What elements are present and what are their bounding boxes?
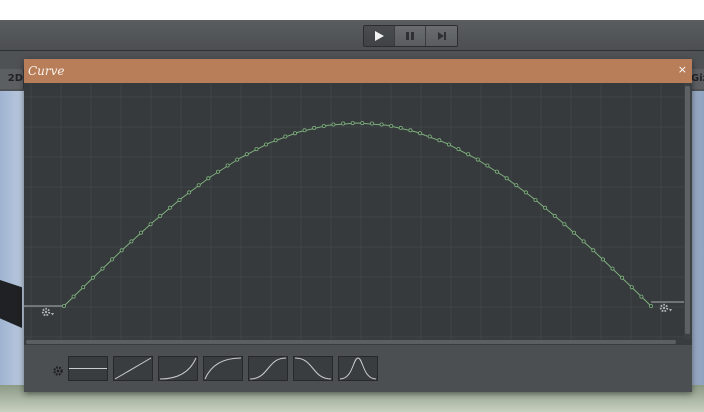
gear-icon[interactable] — [52, 365, 64, 377]
curve-key-point — [264, 142, 269, 147]
curve-key-point — [215, 169, 220, 174]
curve-key-point — [523, 190, 528, 195]
preset-bell[interactable] — [338, 356, 378, 381]
curve-key-point — [321, 124, 326, 129]
playback-controls — [363, 25, 458, 47]
curve-key-point — [456, 147, 461, 152]
preset-bar — [24, 345, 692, 392]
gear-icon[interactable] — [659, 302, 673, 314]
curve-key-point — [283, 134, 288, 139]
curve-key-point — [331, 122, 336, 127]
curve-key-point — [485, 163, 490, 168]
curve-plot[interactable] — [24, 83, 684, 339]
curve-key-point — [417, 131, 422, 136]
curve-key-point — [398, 125, 403, 130]
curve-key-point — [177, 198, 182, 203]
curve-key-point — [196, 183, 201, 188]
curve-key-point — [292, 131, 297, 136]
step-icon — [437, 32, 446, 40]
curve-key-point — [341, 121, 346, 126]
curve-key-point — [129, 239, 134, 244]
play-button[interactable] — [364, 26, 395, 46]
curve-key-point — [408, 128, 413, 133]
preset-ease-out[interactable] — [203, 356, 243, 381]
curve-key-point — [562, 222, 567, 227]
curve-key-point — [649, 303, 654, 308]
preset-linear[interactable] — [113, 356, 153, 381]
curve-key-point — [620, 275, 625, 280]
curve-key-point — [475, 157, 480, 162]
curve-key-point — [158, 213, 163, 218]
preset-ease-in[interactable] — [158, 356, 198, 381]
curve-line — [63, 122, 652, 307]
play-icon — [375, 31, 384, 41]
curve-key-point — [273, 138, 278, 143]
curve-key-point — [312, 125, 317, 130]
curve-grid — [24, 83, 684, 339]
curve-key-point — [71, 294, 76, 299]
curve-key-point — [167, 205, 172, 210]
pause-icon — [406, 32, 414, 40]
curve-key-point — [591, 248, 596, 253]
curve-key-point — [389, 124, 394, 129]
curve-key-point — [360, 121, 365, 126]
curve-key-point — [610, 266, 615, 271]
curve-key-point — [494, 169, 499, 174]
gizmos-button[interactable]: Giz — [691, 69, 704, 89]
curve-key-point — [437, 138, 442, 143]
curve-key-point — [235, 157, 240, 162]
vertical-scrollbar[interactable] — [684, 83, 692, 339]
curve-title: Curve — [28, 64, 65, 78]
curve-key-point — [629, 285, 634, 290]
curve-key-point — [369, 121, 374, 126]
curve-key-point — [427, 134, 432, 139]
editor-toolbar — [0, 20, 704, 51]
curve-key-point — [379, 122, 384, 127]
curve-key-point — [552, 213, 557, 218]
curve-key-point — [504, 176, 509, 181]
vertical-scroll-thumb[interactable] — [685, 86, 690, 334]
curve-key-point — [302, 128, 307, 133]
curve-key-point — [543, 205, 548, 210]
curve-key-point — [90, 275, 95, 280]
curve-key-point — [206, 176, 211, 181]
curve-key-point — [600, 257, 605, 262]
scene-2d-toggle[interactable]: 2D — [0, 69, 24, 89]
curve-editor-area[interactable] — [24, 83, 684, 339]
step-button[interactable] — [426, 26, 457, 46]
curve-key-point — [572, 230, 577, 235]
close-button[interactable]: × — [678, 64, 687, 76]
curve-key-point — [100, 266, 105, 271]
curve-key-point — [119, 248, 124, 253]
curve-key-point — [139, 230, 144, 235]
curve-key-point — [466, 152, 471, 157]
curve-key-point — [533, 198, 538, 203]
curve-window: Curve × — [24, 59, 692, 392]
preset-ease-down[interactable] — [293, 356, 333, 381]
curve-title-bar[interactable]: Curve × — [24, 59, 692, 83]
curve-key-point — [81, 285, 86, 290]
curve-key-point — [62, 303, 67, 308]
curve-key-point — [639, 294, 644, 299]
curve-key-point — [254, 147, 259, 152]
curve-key-point — [225, 163, 230, 168]
curve-key-point — [187, 190, 192, 195]
curve-key-point — [148, 222, 153, 227]
curve-key-point — [110, 257, 115, 262]
curve-key-point — [350, 121, 355, 126]
curve-key-point — [446, 142, 451, 147]
pause-button[interactable] — [395, 26, 426, 46]
curve-key-point — [244, 152, 249, 157]
preset-ease-in-out[interactable] — [248, 356, 288, 381]
horizontal-scroll-thumb[interactable] — [26, 340, 676, 344]
preset-constant[interactable] — [68, 356, 108, 381]
curve-key-point — [581, 239, 586, 244]
curve-key-point — [514, 183, 519, 188]
gear-icon[interactable] — [41, 306, 55, 318]
